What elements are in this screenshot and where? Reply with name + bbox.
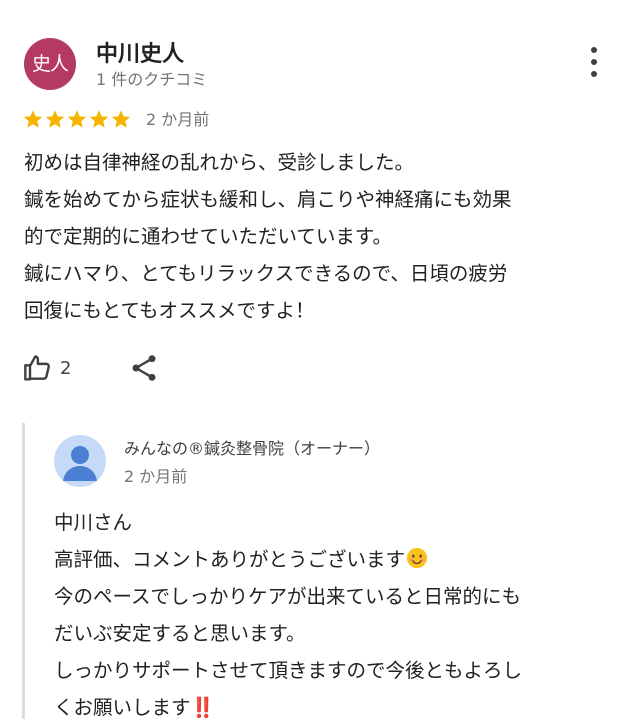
review-text-line: 回復にもとてもオススメですよ！	[24, 299, 315, 322]
owner-reply-text: 中川さん 高評価、コメントありがとうございます 今のペースでしっかりケアが出来て…	[54, 504, 632, 726]
owner-reply: みんなの®鍼灸整骨院（オーナー） 2 か月前 中川さん 高評価、コメントありがと…	[22, 423, 632, 719]
star-rating	[22, 104, 132, 134]
reviewer-name[interactable]: 中川史人	[96, 36, 184, 68]
reply-divider	[22, 423, 25, 719]
reply-text-line: しっかりサポートさせて頂きますので今後ともよろし	[54, 659, 523, 682]
star-icon	[45, 110, 65, 128]
reply-text-line: 中川さん	[54, 511, 133, 534]
owner-avatar	[54, 435, 106, 487]
reply-text-line: 高評価、コメントありがとうございます	[54, 548, 406, 571]
avatar-initials: 史人	[31, 53, 69, 75]
reply-text-line-with-emoji: 高評価、コメントありがとうございます	[54, 541, 632, 578]
share-icon	[132, 355, 156, 381]
star-icon	[111, 110, 131, 128]
double-exclamation-emoji-icon: ‼️	[190, 696, 215, 719]
star-icon	[89, 110, 109, 128]
share-button[interactable]	[128, 352, 160, 384]
reply-text-line: 今のペースでしっかりケアが出来ていると日常的にも	[54, 585, 522, 608]
review-text-line: 鍼を始めてから症状も緩和し、肩こりや神経痛にも効果	[24, 188, 512, 211]
reviewer-avatar[interactable]: 史人	[24, 38, 76, 90]
review-text-line: 初めは自律神経の乱れから、受診しました。	[24, 151, 415, 174]
reply-text-line: だいぶ安定すると思います。	[54, 622, 306, 645]
owner-name: みんなの®鍼灸整骨院（オーナー）	[124, 439, 381, 458]
review-text: 初めは自律神経の乱れから、受診しました。 鍼を始めてから症状も緩和し、肩こりや神…	[24, 144, 614, 329]
more-vert-icon-dot	[591, 59, 597, 65]
star-icon	[23, 110, 43, 128]
reply-text-line: くお願いします	[54, 696, 191, 719]
review-text-line: 的で定期的に通わせていただいています。	[24, 225, 392, 248]
more-vert-icon-dot	[591, 71, 597, 77]
owner-reply-date: 2 か月前	[124, 467, 188, 486]
star-icon	[67, 110, 87, 128]
more-options-button[interactable]	[582, 44, 606, 80]
like-button[interactable]: 2	[22, 350, 71, 386]
person-icon	[63, 446, 97, 481]
smiling-face-emoji-icon	[406, 547, 428, 569]
more-vert-icon	[591, 47, 597, 53]
review-text-line: 鍼にハマり、とてもリラックスできるので、日頃の疲労	[24, 262, 508, 285]
reviewer-review-count[interactable]: 1 件のクチコミ	[96, 66, 207, 90]
thumb-up-icon	[24, 355, 50, 381]
review-date: 2 か月前	[146, 110, 210, 129]
review-card: 史人 中川史人 1 件のクチコミ 2 か月前 初めは自律神経の乱れから、受診しま…	[0, 0, 640, 728]
like-count: 2	[60, 357, 72, 379]
reply-text-line-with-emoji: くお願いします‼️	[54, 689, 632, 726]
